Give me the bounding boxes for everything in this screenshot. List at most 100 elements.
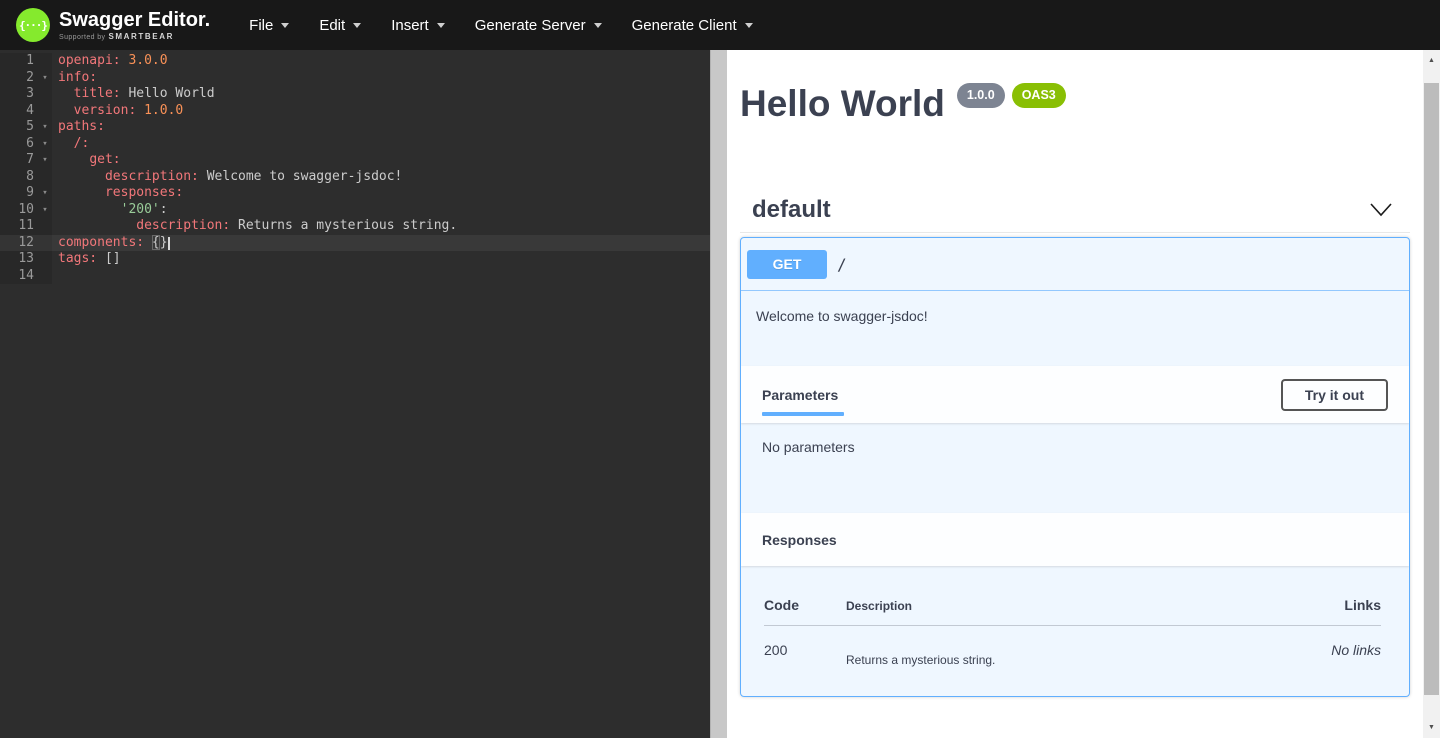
scrollbar-thumb[interactable] [1424, 83, 1439, 695]
code-text [52, 268, 58, 285]
vertical-scrollbar[interactable]: ▲ ▼ [1423, 50, 1440, 738]
responses-table-header: Code Description Links [764, 580, 1381, 626]
code-text: responses: [52, 185, 183, 202]
code-text: description: Welcome to swagger-jsdoc! [52, 169, 402, 186]
fold-spacer [38, 235, 52, 252]
response-code: 200 [764, 642, 846, 667]
oas3-badge: OAS3 [1012, 83, 1066, 108]
text-cursor [168, 237, 170, 250]
line-number: 6 [0, 136, 38, 153]
caret-down-icon [745, 23, 753, 28]
code-line-14[interactable]: 14 [0, 268, 710, 285]
pane-splitter[interactable] [710, 50, 727, 738]
operation-path: / [837, 255, 847, 274]
line-number: 11 [0, 218, 38, 235]
scroll-down-icon[interactable]: ▼ [1423, 719, 1440, 736]
yaml-editor[interactable]: 1openapi: 3.0.02▾info:3 title: Hello Wor… [0, 50, 710, 738]
line-number: 12 [0, 235, 38, 252]
code-line-1[interactable]: 1 openapi: 3.0.0 [0, 53, 710, 70]
caret-down-icon [353, 23, 361, 28]
code-line-4[interactable]: 4 version: 1.0.0 [0, 103, 710, 120]
code-line-13[interactable]: 13tags: [] [0, 251, 710, 268]
api-info: Hello World 1.0.0 OAS3 [727, 50, 1423, 122]
tag-section-default[interactable]: default [740, 188, 1410, 233]
code-line-10[interactable]: 10▾ '200': [0, 202, 710, 219]
line-number: 4 [0, 103, 38, 120]
fold-spacer [38, 268, 52, 285]
code-line-11[interactable]: 11 description: Returns a mysterious str… [0, 218, 710, 235]
code-column-header: Code [764, 597, 846, 613]
response-description: Returns a mysterious string. [846, 642, 1261, 667]
code-text: '200': [52, 202, 168, 219]
code-text: info: [52, 70, 97, 87]
line-number: 7 [0, 152, 38, 169]
smartbear-label: SMARTBEAR [108, 32, 174, 41]
code-line-7[interactable]: 7▾ get: [0, 152, 710, 169]
menu-bar: File Edit Insert Generate Server Generat… [234, 0, 768, 50]
brand-subtitle: Supported bySMARTBEAR [59, 32, 210, 41]
parameters-title: Parameters [762, 387, 838, 403]
scroll-up-icon[interactable]: ▲ [1423, 52, 1440, 69]
menu-insert[interactable]: Insert [376, 0, 460, 50]
code-text: tags: [] [52, 251, 121, 268]
brand-title: Swagger Editor. [59, 9, 210, 31]
menu-file-label: File [249, 17, 273, 34]
opblock-get: GET / Welcome to swagger-jsdoc! Paramete… [740, 237, 1410, 697]
caret-down-icon [594, 23, 602, 28]
code-line-3[interactable]: 3 title: Hello World [0, 86, 710, 103]
code-line-12[interactable]: 12components: {} [0, 235, 710, 252]
swagger-logo-icon: {···} [16, 8, 50, 42]
code-line-8[interactable]: 8 description: Welcome to swagger-jsdoc! [0, 169, 710, 186]
fold-spacer [38, 251, 52, 268]
fold-arrow-icon[interactable]: ▾ [38, 119, 52, 136]
fold-arrow-icon[interactable]: ▾ [38, 136, 52, 153]
menu-file[interactable]: File [234, 0, 304, 50]
editor-code-area[interactable]: 1openapi: 3.0.02▾info:3 title: Hello Wor… [0, 50, 710, 284]
swagger-ui-preview: Hello World 1.0.0 OAS3 default GET / Wel… [727, 50, 1423, 738]
line-number: 2 [0, 70, 38, 87]
code-text: title: Hello World [52, 86, 215, 103]
code-text: get: [52, 152, 121, 169]
responses-table: Code Description Links 200 Returns a mys… [741, 566, 1409, 687]
menu-generate-server[interactable]: Generate Server [460, 0, 617, 50]
menu-insert-label: Insert [391, 17, 429, 34]
version-badge: 1.0.0 [957, 83, 1005, 108]
fold-spacer [38, 86, 52, 103]
chevron-down-icon[interactable] [1370, 203, 1392, 217]
code-line-6[interactable]: 6▾ /: [0, 136, 710, 153]
code-line-9[interactable]: 9▾ responses: [0, 185, 710, 202]
responses-title: Responses [762, 532, 837, 548]
fold-arrow-icon[interactable]: ▾ [38, 202, 52, 219]
try-it-out-button[interactable]: Try it out [1281, 379, 1388, 411]
code-text: openapi: 3.0.0 [52, 53, 168, 70]
fold-spacer [38, 53, 52, 70]
line-number: 3 [0, 86, 38, 103]
brand-text: Swagger Editor. Supported bySMARTBEAR [59, 9, 210, 41]
caret-down-icon [281, 23, 289, 28]
line-number: 8 [0, 169, 38, 186]
operation-summary[interactable]: GET / [741, 238, 1409, 291]
code-line-2[interactable]: 2▾info: [0, 70, 710, 87]
fold-arrow-icon[interactable]: ▾ [38, 70, 52, 87]
fold-arrow-icon[interactable]: ▾ [38, 152, 52, 169]
tag-name: default [752, 196, 831, 224]
responses-header: Responses [741, 513, 1409, 566]
code-line-5[interactable]: 5▾paths: [0, 119, 710, 136]
line-number: 10 [0, 202, 38, 219]
menu-generate-client[interactable]: Generate Client [617, 0, 768, 50]
operation-description: Welcome to swagger-jsdoc! [741, 291, 1409, 366]
line-number: 1 [0, 53, 38, 70]
fold-spacer [38, 169, 52, 186]
no-parameters-text: No parameters [741, 423, 1409, 513]
fold-arrow-icon[interactable]: ▾ [38, 185, 52, 202]
response-links: No links [1261, 642, 1381, 667]
line-number: 14 [0, 268, 38, 285]
description-column-header: Description [846, 599, 1261, 613]
code-text: paths: [52, 119, 105, 136]
menu-edit[interactable]: Edit [304, 0, 376, 50]
menu-generate-client-label: Generate Client [632, 17, 737, 34]
http-method-badge: GET [747, 250, 827, 279]
code-text: version: 1.0.0 [52, 103, 183, 120]
code-text: /: [52, 136, 89, 153]
supported-by-label: Supported by [59, 34, 105, 41]
